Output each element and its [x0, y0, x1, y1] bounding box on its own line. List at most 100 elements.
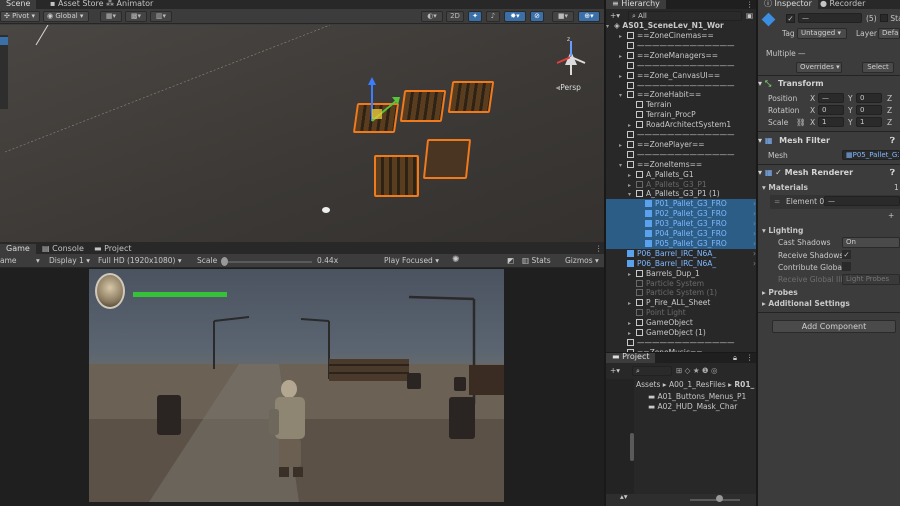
hierarchy-row[interactable]: —————————————	[606, 41, 756, 51]
help-icon[interactable]: ❓︎	[890, 166, 895, 180]
hierarchy-row[interactable]: Terrain	[606, 100, 756, 110]
hierarchy-search-input[interactable]: ⌕ All	[628, 11, 742, 21]
layer-dropdown[interactable]: Defau	[878, 28, 900, 39]
stats-toggle[interactable]: ▥ Stats	[522, 256, 551, 265]
hierarchy-row[interactable]: P06_Barrel_IRC_N6A_ ›	[606, 259, 756, 269]
pallet-object-3[interactable]	[447, 81, 495, 113]
add-object-button[interactable]: +▾	[610, 11, 620, 20]
foldout-arrow-icon[interactable]: ▸	[628, 181, 636, 190]
folder-item[interactable]: ▬ A02_HUD_Mask_Char	[648, 402, 737, 411]
hierarchy-row[interactable]: —————————————	[606, 61, 756, 71]
hierarchy-row[interactable]: P02_Pallet_G3_FRO ›	[606, 209, 756, 220]
sun-icon[interactable]: ✺	[452, 255, 460, 265]
hierarchy-row[interactable]: ▸ A_Pallets_G3_P1	[606, 180, 756, 190]
project-tree-scrollbar[interactable]	[630, 433, 634, 461]
hierarchy-row[interactable]: —————————————	[606, 81, 756, 91]
foldout-arrow-icon[interactable]: ▸	[619, 32, 627, 41]
breadcrumb-r01[interactable]: R01_	[734, 380, 754, 389]
project-menu-icon[interactable]: ⋮	[746, 353, 754, 362]
prefab-open-icon[interactable]: ›	[753, 199, 756, 209]
hierarchy-row[interactable]: ▸ ==ZoneManagers==	[606, 51, 756, 61]
orientation-gizmo-icon[interactable]: z	[551, 35, 591, 81]
receive-shadows-checkbox[interactable]: ✓	[842, 250, 851, 259]
hierarchy-row[interactable]: ▸ A_Pallets_G1	[606, 170, 756, 180]
hierarchy-row[interactable]: P04_Pallet_G3_FRO ›	[606, 229, 756, 239]
mode-2d-button[interactable]: 2D	[446, 11, 464, 22]
project-tree-footer-icons[interactable]: ▴▾	[620, 492, 628, 501]
hierarchy-row[interactable]: ▸ ==ZoneCinemas==	[606, 31, 756, 41]
prefab-open-icon[interactable]: ›	[753, 229, 756, 239]
tab-project-game[interactable]: ▬ Project	[88, 244, 137, 254]
game-viewport[interactable]	[89, 269, 504, 502]
drag-handle-icon[interactable]: =	[774, 197, 780, 206]
select-button[interactable]: Select	[862, 62, 894, 73]
foldout-arrow-icon[interactable]: ▸	[628, 171, 636, 180]
hierarchy-row[interactable]: ▸ GameObject (1)	[606, 328, 756, 338]
receive-gi-dropdown[interactable]: Light Probes	[842, 274, 900, 285]
icon-size-slider-handle[interactable]	[716, 495, 723, 502]
prefab-open-icon[interactable]: ›	[753, 219, 756, 229]
overrides-dropdown[interactable]: Overrides ▾	[796, 62, 842, 73]
camera-settings-icon[interactable]: ■▾	[552, 11, 574, 22]
foldout-arrow-icon[interactable]: ▸	[628, 121, 636, 130]
contribute-gi-checkbox[interactable]	[842, 262, 851, 271]
gizmos-toggle[interactable]: Gizmos ▾	[565, 256, 599, 265]
breadcrumb-resfiles[interactable]: A00_1_ResFiles	[669, 380, 726, 389]
hierarchy-row[interactable]: Particle System	[606, 279, 756, 289]
foldout-arrow-icon[interactable]: ▸	[619, 52, 627, 61]
foldout-arrow-icon[interactable]: ▾	[619, 161, 627, 170]
hierarchy-row[interactable]: ▸ Barrels_Dup_1	[606, 269, 756, 279]
lighting-foldout[interactable]: ▾ Lighting	[762, 226, 803, 235]
hidden-objects-icon[interactable]: ⊘	[530, 11, 544, 22]
additional-settings-foldout[interactable]: ▸ Additional Settings	[762, 299, 850, 308]
prefab-open-icon[interactable]: ›	[753, 259, 756, 269]
foldout-arrow-icon[interactable]: ▸	[628, 270, 636, 279]
help-icon[interactable]: ❓︎	[890, 134, 895, 148]
pos-x-field[interactable]: —	[818, 93, 844, 103]
hierarchy-row[interactable]: —————————————	[606, 338, 756, 348]
hierarchy-row[interactable]: —————————————	[606, 130, 756, 140]
materials-foldout[interactable]: ▾ Materials	[762, 183, 808, 192]
snap-settings-button[interactable]: ▥▾	[150, 11, 172, 22]
hierarchy-row[interactable]: Point Light	[606, 308, 756, 318]
tab-console[interactable]: ▤ Console	[36, 244, 90, 254]
game-tab-menu-icon[interactable]: ⋮	[595, 244, 603, 253]
project-lock-icon[interactable]: 🔒︎	[733, 353, 737, 363]
pallet-object-4[interactable]	[374, 155, 419, 197]
prefab-open-icon[interactable]: ›	[753, 249, 756, 259]
object-name-field[interactable]: —	[798, 13, 862, 23]
foldout-arrow-icon[interactable]: ▸	[628, 299, 636, 308]
audio-mute-icon[interactable]: ◩	[507, 256, 514, 265]
view-tool-icon[interactable]	[0, 37, 8, 45]
play-mode-dropdown[interactable]: Play Focused ▾	[384, 256, 439, 265]
add-material-button[interactable]: +	[888, 211, 894, 220]
mesh-renderer-header[interactable]: ▾ ▦ ✓ Mesh Renderer ❓︎	[758, 166, 900, 180]
scl-y-field[interactable]: 1	[856, 117, 882, 127]
grid-snap-button[interactable]: ▦▾	[100, 11, 122, 22]
static-checkbox[interactable]: Sta	[880, 14, 900, 23]
display-dropdown[interactable]: Display 1 ▾	[49, 256, 95, 265]
cast-shadows-dropdown[interactable]: On	[842, 237, 900, 248]
persp-label[interactable]: ⫷Persp	[556, 83, 581, 93]
prefab-open-icon[interactable]: ›	[753, 209, 756, 219]
active-checkbox[interactable]: ✓	[786, 14, 795, 23]
hierarchy-row[interactable]: P06_Barrel_IRC_N6A_ ›	[606, 249, 756, 259]
scene-root-row[interactable]: ▾ ◈ AS01_SceneLev_N1_Wor	[606, 21, 756, 31]
hierarchy-row[interactable]: ▸ GameObject	[606, 318, 756, 328]
scale-slider-handle[interactable]	[221, 257, 228, 266]
scale-slider-track[interactable]	[222, 261, 312, 263]
pallet-object-5[interactable]	[422, 139, 472, 179]
hierarchy-row[interactable]: Terrain_ProcP	[606, 110, 756, 120]
global-dropdown[interactable]: ◉ Global ▾	[43, 11, 89, 22]
hierarchy-row[interactable]: P05_Pallet_G3_FRO ›	[606, 238, 756, 249]
project-filter-icons[interactable]: ⊞ ◇ ★ ❶ ◎	[676, 366, 718, 375]
foldout-arrow-icon[interactable]: ▸	[628, 319, 636, 328]
hierarchy-row[interactable]: Particle System (1)	[606, 288, 756, 298]
tab-hierarchy[interactable]: ≡ Hierarchy	[606, 0, 666, 9]
tag-dropdown[interactable]: Untagged ▾	[797, 28, 847, 39]
effects-toggle-icon[interactable]: ✸▾	[504, 11, 526, 22]
move-gizmo-icon[interactable]	[356, 77, 416, 127]
hierarchy-row[interactable]: ▾ A_Pallets_G3_P1 (1)	[606, 189, 756, 199]
icon-size-slider[interactable]	[690, 499, 740, 501]
shading-mode-button[interactable]: ◐▾	[421, 11, 443, 22]
